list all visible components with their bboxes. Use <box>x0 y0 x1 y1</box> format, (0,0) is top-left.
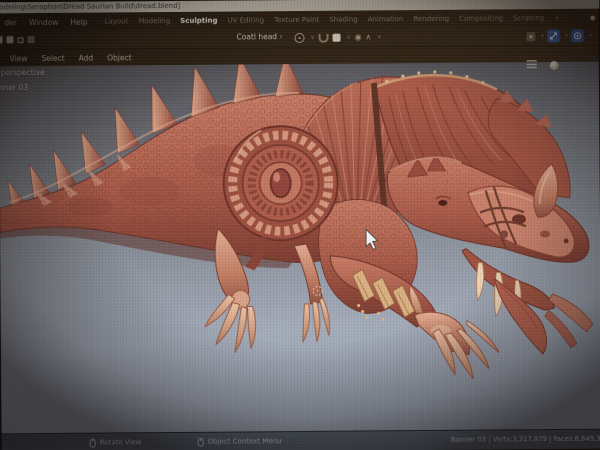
tab-compositing[interactable]: Compositing <box>454 14 508 22</box>
transform-orientation-dropdown[interactable]: Coatl head ∨ <box>236 32 283 41</box>
menu-window[interactable]: Window <box>23 17 65 26</box>
pivot-point-icon[interactable] <box>294 33 304 43</box>
rotate-view-hint: Rotate View <box>100 438 142 446</box>
rope-knot <box>500 230 508 238</box>
tab-uv-editing[interactable]: UV Editing <box>222 16 269 24</box>
viewport-shading-icon[interactable] <box>550 61 559 70</box>
menu-add[interactable]: Add <box>72 53 101 62</box>
chevron-down-icon: ∨ <box>540 33 544 39</box>
proportional-editing-icon[interactable]: ◉ <box>355 34 362 42</box>
chevron-down-icon: ∨ <box>279 34 283 40</box>
menu-object[interactable]: Object <box>100 53 139 62</box>
blender-window: odeling\Seraphon\Dread Saurian Build\dre… <box>0 0 600 450</box>
snap-target-icon[interactable] <box>333 34 341 42</box>
show-gizmo-icon[interactable] <box>547 30 559 42</box>
chevron-down-icon: ∨ <box>347 35 351 41</box>
mode-icon[interactable] <box>7 36 14 43</box>
status-bar: Rotate View Object Context Menu Banner 0… <box>2 429 600 450</box>
tab-scripting[interactable]: Scripting <box>508 14 549 22</box>
workspace-tabs: Layout Modeling Sculpting UV Editing Tex… <box>100 14 566 26</box>
transform-orientation-label: Coatl head <box>236 32 277 41</box>
tab-texture-paint[interactable]: Texture Paint <box>269 16 324 24</box>
chevron-down-icon: ∨ <box>564 33 568 39</box>
mouse-icon <box>198 437 204 446</box>
scene-selector-icon[interactable] <box>590 15 595 20</box>
view-perspective-label: perspective <box>1 68 45 77</box>
mouse-icon <box>90 438 96 447</box>
show-overlays-icon[interactable] <box>571 30 583 42</box>
window-title: odeling\Seraphon\Dread Saurian Build\dre… <box>0 2 180 11</box>
tool-icon[interactable] <box>18 37 24 43</box>
photo-tilt-wrapper: odeling\Seraphon\Dread Saurian Build\dre… <box>0 0 600 450</box>
context-menu-hint: Object Context Menu <box>208 437 282 446</box>
tool-settings-icon[interactable] <box>526 32 535 41</box>
3d-viewport-canvas[interactable] <box>0 0 600 450</box>
chevron-down-icon: ∨ <box>377 34 381 40</box>
active-object-label: nner 03 <box>0 83 28 92</box>
scene-statistics: Banner 03 | Verts:3,317,879 | Faces:6,64… <box>451 435 600 444</box>
photographed-monitor-screen: odeling\Seraphon\Dread Saurian Build\dre… <box>0 0 600 450</box>
menu-help[interactable]: Help <box>64 17 93 26</box>
tab-sculpting[interactable]: Sculpting <box>175 17 222 25</box>
chevron-down-icon: ∨ <box>588 33 592 39</box>
viewport-toggles: ∨ ∨ ∨ <box>526 30 592 43</box>
editor-type-icons <box>0 36 35 43</box>
toggle-xray-icon[interactable] <box>527 60 537 68</box>
tab-layout[interactable]: Layout <box>100 17 134 25</box>
tab-shading[interactable]: Shading <box>324 16 362 24</box>
menu-render[interactable]: der <box>0 18 23 27</box>
status-left-hint: Rotate View <box>90 438 142 447</box>
options-icon[interactable] <box>28 36 35 43</box>
tab-modeling[interactable]: Modeling <box>133 17 175 25</box>
tab-animation[interactable]: Animation <box>363 15 409 23</box>
snapping-controls: ∨ ∨ ◉ ∧ ∨ <box>294 32 381 43</box>
status-middle-hint: Object Context Menu <box>198 437 282 447</box>
falloff-curve-icon[interactable]: ∧ <box>366 33 372 41</box>
menu-select[interactable]: Select <box>34 53 71 62</box>
menu-view[interactable]: View <box>3 54 35 63</box>
editor-type-icon[interactable] <box>0 36 3 43</box>
tab-add-workspace[interactable]: + <box>549 14 565 22</box>
snap-magnet-icon[interactable] <box>319 33 329 42</box>
chevron-down-icon: ∨ <box>311 35 315 41</box>
viewport-menus: View Select Add Object <box>0 53 139 63</box>
tab-rendering[interactable]: Rendering <box>408 15 454 23</box>
